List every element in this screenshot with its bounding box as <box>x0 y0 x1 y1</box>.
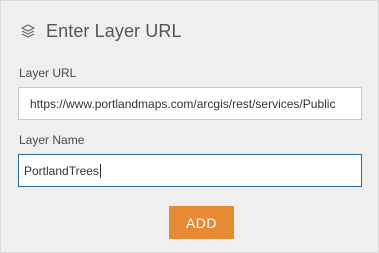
panel-header: Enter Layer URL <box>19 19 182 43</box>
layer-name-label: Layer Name <box>19 133 85 147</box>
add-button[interactable]: ADD <box>169 206 234 239</box>
layer-name-value: PortlandTrees <box>24 163 99 178</box>
text-caret <box>99 163 101 178</box>
layer-url-input[interactable]: https://www.portlandmaps.com/arcgis/rest… <box>18 87 362 120</box>
layer-url-label: Layer URL <box>19 66 77 80</box>
layers-icon <box>19 22 37 40</box>
layer-url-value: https://www.portlandmaps.com/arcgis/rest… <box>30 96 336 111</box>
enter-layer-url-panel: Enter Layer URL Layer URL https://www.po… <box>0 0 379 253</box>
panel-title: Enter Layer URL <box>46 20 182 41</box>
layer-name-input[interactable]: PortlandTrees <box>18 154 362 187</box>
